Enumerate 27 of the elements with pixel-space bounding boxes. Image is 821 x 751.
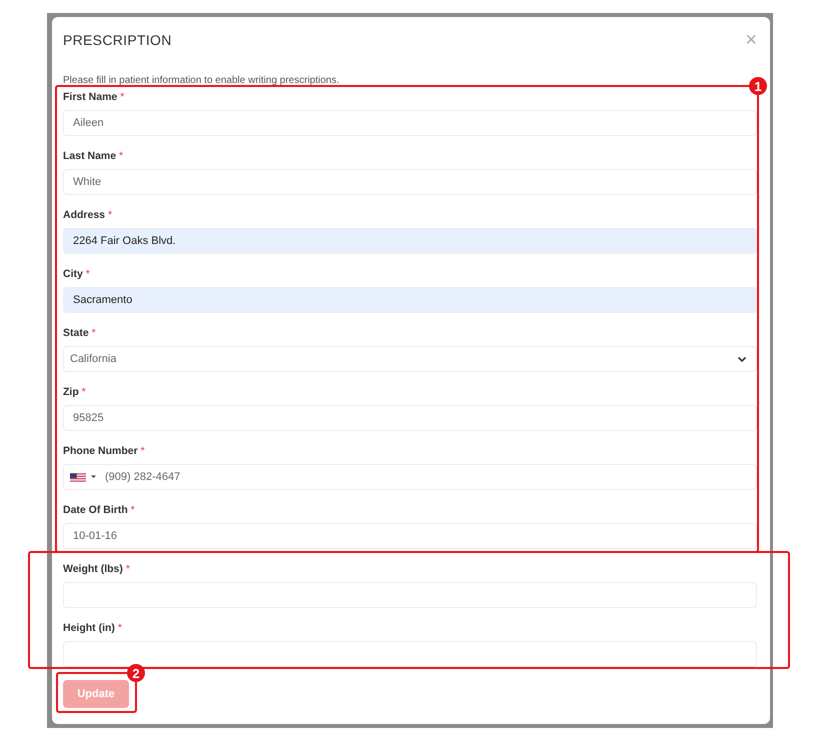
- modal-title: PRESCRIPTION: [63, 32, 172, 48]
- input-field[interactable]: 2264 Fair Oaks Blvd.: [63, 228, 757, 254]
- field-label: State *: [63, 326, 97, 340]
- field-label: City *: [63, 267, 91, 281]
- flag-icon: [70, 472, 86, 482]
- field-label: First Name *: [63, 90, 126, 104]
- callout-badge: 2: [127, 664, 145, 682]
- input-field[interactable]: White: [63, 169, 757, 195]
- input-field[interactable]: [63, 641, 757, 667]
- input-field[interactable]: Sacramento: [63, 287, 757, 313]
- country-picker[interactable]: [70, 472, 96, 482]
- callout-badge: 1: [749, 77, 767, 95]
- chevron-down-icon: [737, 354, 747, 364]
- field-label: Address *: [63, 208, 114, 222]
- caret-icon: [91, 475, 96, 479]
- field-label: Zip *: [63, 385, 87, 399]
- input-field[interactable]: Aileen: [63, 110, 757, 136]
- field-label: Last Name *: [63, 149, 124, 163]
- field-label: Height (in) *: [63, 621, 123, 635]
- state-select[interactable]: California: [63, 346, 757, 372]
- instruction-text: Please fill in patient information to enable writing prescriptions.: [63, 74, 340, 88]
- input-field[interactable]: 95825: [63, 405, 757, 431]
- phone-field[interactable]: (909) 282-4647: [63, 464, 757, 490]
- field-label: Weight (lbs) *: [63, 562, 131, 576]
- field-label: Date Of Birth *: [63, 503, 136, 517]
- field-label: Phone Number *: [63, 444, 146, 458]
- input-field[interactable]: 10-01-16: [63, 523, 757, 549]
